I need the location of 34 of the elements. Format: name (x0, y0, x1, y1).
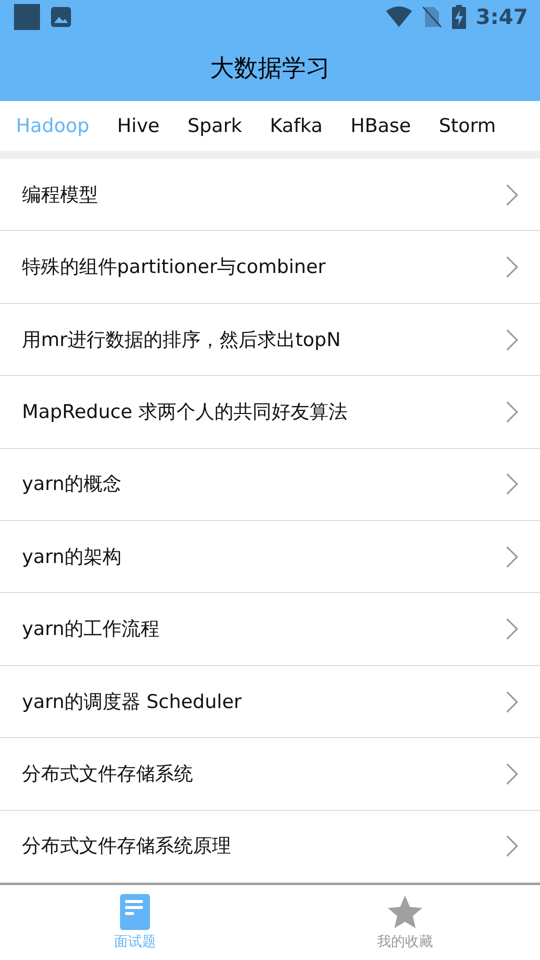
chevron-icon (506, 328, 518, 351)
chevron-icon (506, 546, 518, 568)
star-icon (387, 894, 423, 930)
list-item[interactable]: MapReduce 求两个人的共同好友算法 (0, 376, 540, 449)
list-item[interactable]: yarn的工作流程 (0, 593, 540, 666)
chevron-icon (506, 256, 518, 278)
battery-icon (452, 5, 466, 29)
chevron-icon (506, 184, 518, 206)
app-title: 大数据学习 (210, 52, 330, 84)
chevron-icon (506, 618, 518, 640)
list-item[interactable]: 编程模型 (0, 159, 540, 232)
chevron-icon (506, 835, 518, 858)
category-tab[interactable]: HBase (350, 115, 411, 137)
notification-icon (14, 4, 40, 30)
image-icon (50, 6, 72, 28)
status-time: 3:47 (476, 5, 528, 29)
list-item[interactable]: yarn的概念 (0, 448, 540, 522)
chevron-icon (506, 690, 518, 713)
category-tab[interactable]: Hive (117, 115, 160, 137)
wifi-icon (386, 6, 412, 28)
list-item[interactable]: 特殊的组件partitioner与combiner (0, 231, 540, 304)
list-item[interactable]: yarn的架构 (0, 521, 540, 594)
chevron-icon (506, 473, 518, 496)
list-item[interactable]: yarn的调度器 Scheduler (0, 666, 540, 738)
chevron-icon (506, 400, 518, 423)
category-tab[interactable]: Kafka (270, 115, 323, 137)
document-icon (120, 894, 150, 930)
category-tab[interactable]: Storm (438, 115, 496, 137)
no-sim-icon (422, 6, 442, 28)
list-item[interactable]: 用mr进行数据的排序，然后求出topN (0, 304, 540, 376)
list-item[interactable]: 分布式文件存储系统原理 (0, 810, 540, 884)
category-tab[interactable]: Spark (187, 115, 242, 137)
list-item[interactable]: 分布式文件存储系统 (0, 738, 540, 811)
chevron-icon (506, 762, 518, 785)
